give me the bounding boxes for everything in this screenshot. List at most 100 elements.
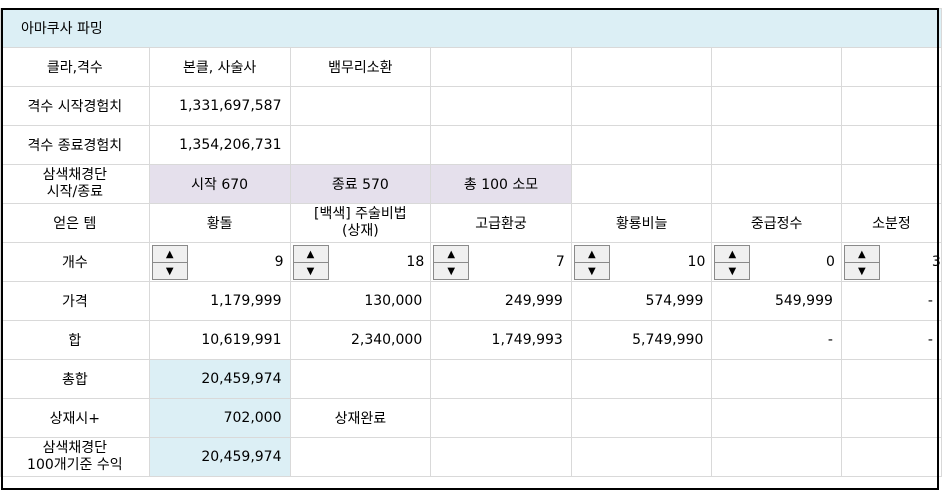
sum-value[interactable]: 1,749,993 [430, 320, 572, 360]
price-value[interactable]: 1,179,999 [148, 281, 291, 321]
row-label-exp-end[interactable]: 격수 종료경험치 [0, 125, 150, 165]
sum-value[interactable]: 2,340,000 [289, 320, 432, 360]
triangle-up-icon[interactable]: ▲ [434, 246, 469, 263]
item-name[interactable]: [백색] 주술비법 (상재) [289, 203, 432, 243]
empty-cell[interactable] [570, 164, 713, 204]
empty-cell[interactable] [570, 86, 713, 126]
row-label-count[interactable]: 개수 [0, 242, 150, 282]
spin-button[interactable]: ▲ ▼ [573, 245, 610, 280]
item-name[interactable]: 고급환궁 [430, 203, 572, 243]
triangle-down-icon[interactable]: ▼ [153, 263, 187, 279]
spin-button[interactable]: ▲ ▼ [843, 245, 880, 280]
row-label-samsaek[interactable]: 삼색채경단 시작/종료 [0, 164, 150, 204]
empty-cell[interactable] [711, 47, 842, 87]
row-label-profit[interactable]: 삼색채경단 100개기준 수익 [0, 437, 150, 477]
exp-end-value[interactable]: 1,354,206,731 [148, 125, 291, 165]
sheet-title[interactable]: 아마쿠사 파밍 [0, 8, 942, 48]
triangle-down-icon[interactable]: ▼ [845, 263, 879, 279]
triangle-down-icon[interactable]: ▼ [434, 263, 468, 279]
triangle-up-icon[interactable]: ▲ [844, 246, 879, 263]
empty-cell[interactable] [840, 398, 942, 438]
empty-cell[interactable] [840, 125, 942, 165]
empty-cell[interactable] [570, 359, 713, 399]
row-label-sangjae[interactable]: 상재시+ [0, 398, 150, 438]
sangjae-value[interactable]: 702,000 [148, 398, 291, 438]
class-value-2[interactable]: 뱀무리소환 [289, 47, 432, 87]
row-label-sum[interactable]: 합 [0, 320, 150, 360]
spin-button[interactable]: ▲ ▼ [714, 245, 751, 280]
empty-cell[interactable] [430, 437, 572, 477]
empty-cell[interactable] [711, 125, 842, 165]
table-row: 합 10,619,991 2,340,000 1,749,993 5,749,9… [0, 320, 942, 360]
row-label-price[interactable]: 가격 [0, 281, 150, 321]
table-row: 총합 20,459,974 [0, 359, 942, 399]
count-cell[interactable]: ▲ ▼ 7 [430, 242, 572, 282]
spin-button[interactable]: ▲ ▼ [433, 245, 470, 280]
triangle-down-icon[interactable]: ▼ [715, 263, 749, 279]
empty-cell[interactable] [840, 437, 942, 477]
triangle-up-icon[interactable]: ▲ [715, 246, 750, 263]
empty-cell[interactable] [289, 86, 432, 126]
empty-cell[interactable] [711, 359, 842, 399]
samsaek-total[interactable]: 총 100 소모 [430, 164, 572, 204]
empty-cell[interactable] [840, 164, 942, 204]
sum-value[interactable]: - [711, 320, 842, 360]
sangjae-note[interactable]: 상재완료 [289, 398, 432, 438]
price-value[interactable]: 249,999 [430, 281, 572, 321]
empty-cell[interactable] [430, 86, 572, 126]
count-cell[interactable]: ▲ ▼ 3 [840, 242, 942, 282]
item-name[interactable]: 황룡비늘 [570, 203, 713, 243]
price-value[interactable]: 549,999 [711, 281, 842, 321]
item-name[interactable]: 소분정 [840, 203, 942, 243]
exp-start-value[interactable]: 1,331,697,587 [148, 86, 291, 126]
empty-cell[interactable] [840, 47, 942, 87]
empty-cell[interactable] [570, 437, 713, 477]
empty-cell[interactable] [430, 359, 572, 399]
empty-cell[interactable] [430, 47, 572, 87]
class-value-1[interactable]: 본클, 사술사 [148, 47, 291, 87]
empty-cell[interactable] [570, 47, 713, 87]
empty-cell[interactable] [570, 125, 713, 165]
item-name[interactable]: 황돌 [148, 203, 291, 243]
empty-cell[interactable] [430, 125, 572, 165]
triangle-up-icon[interactable]: ▲ [293, 246, 328, 263]
empty-cell[interactable] [711, 164, 842, 204]
price-value[interactable]: - [840, 281, 942, 321]
empty-cell[interactable] [840, 359, 942, 399]
total-value[interactable]: 20,459,974 [148, 359, 291, 399]
sum-value[interactable]: - [840, 320, 942, 360]
empty-cell[interactable] [430, 398, 572, 438]
empty-cell[interactable] [711, 437, 842, 477]
row-label-exp-start[interactable]: 격수 시작경험치 [0, 86, 150, 126]
count-cell[interactable]: ▲ ▼ 18 [289, 242, 432, 282]
row-label-items[interactable]: 얻은 템 [0, 203, 150, 243]
row-label-class[interactable]: 클라,격수 [0, 47, 150, 87]
price-value[interactable]: 130,000 [289, 281, 432, 321]
spin-button[interactable]: ▲ ▼ [292, 245, 329, 280]
spin-button[interactable]: ▲ ▼ [151, 245, 188, 280]
empty-cell[interactable] [840, 86, 942, 126]
triangle-down-icon[interactable]: ▼ [294, 263, 328, 279]
triangle-up-icon[interactable]: ▲ [152, 246, 187, 263]
row-label-total[interactable]: 총합 [0, 359, 150, 399]
empty-cell[interactable] [711, 398, 842, 438]
top-gridline-strip [0, 0, 942, 8]
samsaek-start[interactable]: 시작 670 [148, 164, 291, 204]
count-cell[interactable]: ▲ ▼ 9 [148, 242, 291, 282]
profit-value[interactable]: 20,459,974 [148, 437, 291, 477]
count-cell[interactable]: ▲ ▼ 0 [711, 242, 842, 282]
empty-cell[interactable] [570, 398, 713, 438]
item-name[interactable]: 중급정수 [711, 203, 842, 243]
price-value[interactable]: 574,999 [570, 281, 713, 321]
empty-cell[interactable] [289, 359, 432, 399]
empty-cell[interactable] [289, 125, 432, 165]
count-cell[interactable]: ▲ ▼ 10 [570, 242, 713, 282]
empty-cell[interactable] [289, 437, 432, 477]
samsaek-end[interactable]: 종료 570 [289, 164, 432, 204]
triangle-down-icon[interactable]: ▼ [575, 263, 609, 279]
triangle-up-icon[interactable]: ▲ [574, 246, 609, 263]
empty-cell[interactable] [711, 86, 842, 126]
sum-value[interactable]: 10,619,991 [148, 320, 291, 360]
profit-label-text: 삼색채경단 100개기준 수익 [27, 440, 123, 473]
sum-value[interactable]: 5,749,990 [570, 320, 713, 360]
